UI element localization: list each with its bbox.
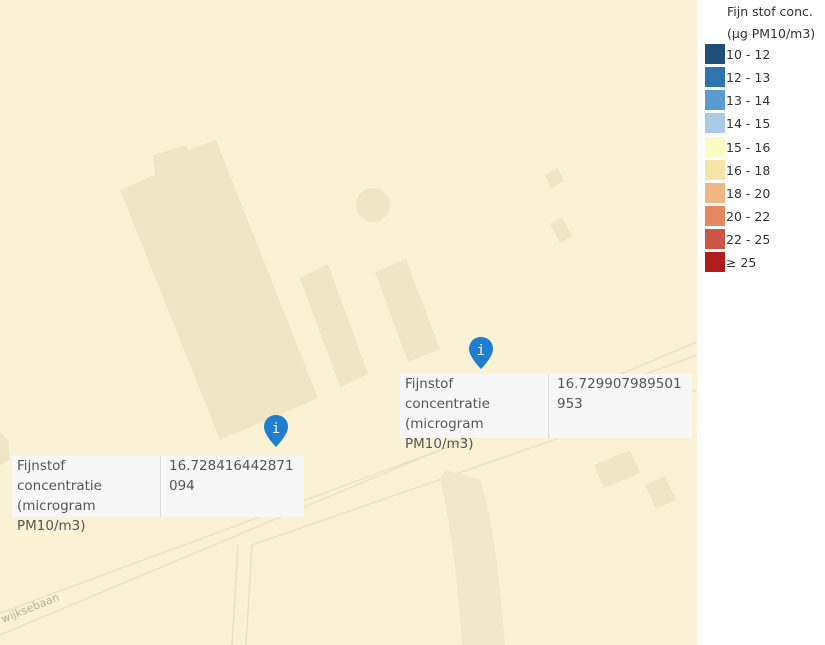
building [120,140,318,440]
legend-item: 10 - 12 [705,44,770,64]
legend-swatch [705,44,725,64]
legend-swatch [705,113,725,133]
building [375,259,440,362]
building [645,476,676,509]
info-marker[interactable]: i [263,414,289,448]
building [545,168,564,188]
road-edge [231,544,239,645]
legend-label: 16 - 18 [726,162,771,178]
legend-label: 18 - 20 [726,185,771,201]
legend-item: 18 - 20 [705,183,770,203]
legend-item: 16 - 18 [705,160,770,180]
building [0,432,10,465]
info-marker[interactable]: i [468,336,494,370]
info-icon: i [469,337,493,369]
legend-swatch [705,67,725,87]
legend-subtitle: (µg PM10/m3) [727,26,816,41]
popup-attribute-name: Fijnstof concentratie (microgram PM10/m3… [12,456,161,534]
popup-attribute-name: Fijnstof concentratie (microgram PM10/m3… [400,374,549,452]
legend-label: 10 - 12 [726,46,771,62]
building [300,264,368,387]
info-icon: i [264,415,288,447]
legend-item: 14 - 15 [705,113,770,133]
popup-attribute-value: 16.729907989501953 [557,376,682,412]
legend-swatch [705,206,725,226]
building [550,217,572,243]
legend-swatch [705,229,725,249]
legend-item: 15 - 16 [705,137,770,157]
legend-label: 15 - 16 [726,139,771,155]
legend-title: Fijn stof conc. [727,4,813,19]
building [356,188,390,222]
legend-label: ≥ 25 [726,254,757,270]
feature-popup: Fijnstof concentratie (microgram PM10/m3… [12,456,304,534]
feature-popup: Fijnstof concentratie (microgram PM10/m3… [400,374,692,452]
road-label: wijksebaan [0,591,61,626]
legend-swatch [705,183,725,203]
legend-swatch [705,90,725,110]
legend-item: ≥ 25 [705,252,756,272]
popup-attribute-value: 16.728416442871094 [169,458,294,494]
road-edge [245,544,253,645]
map-canvas[interactable]: wijksebaan i Fijnstof concentratie (micr… [0,0,697,645]
legend-label: 12 - 13 [726,69,771,85]
legend-label: 14 - 15 [726,115,771,131]
legend-label: 13 - 14 [726,92,771,108]
legend-label: 20 - 22 [726,208,771,224]
legend-item: 20 - 22 [705,206,770,226]
legend-item: 22 - 25 [705,229,770,249]
legend-label: 22 - 25 [726,231,771,247]
legend-item: 13 - 14 [705,90,770,110]
legend-item: 12 - 13 [705,67,770,87]
side-road [440,470,505,645]
svg-text:i: i [272,421,280,437]
map-layer: wijksebaan [0,140,697,645]
map-legend: Fijn stof conc. (µg PM10/m3) 10 - 12 12 … [697,0,825,645]
svg-text:i: i [477,343,485,359]
legend-swatch [705,160,725,180]
legend-swatch [705,252,725,272]
building [594,450,640,488]
legend-swatch [705,137,725,157]
